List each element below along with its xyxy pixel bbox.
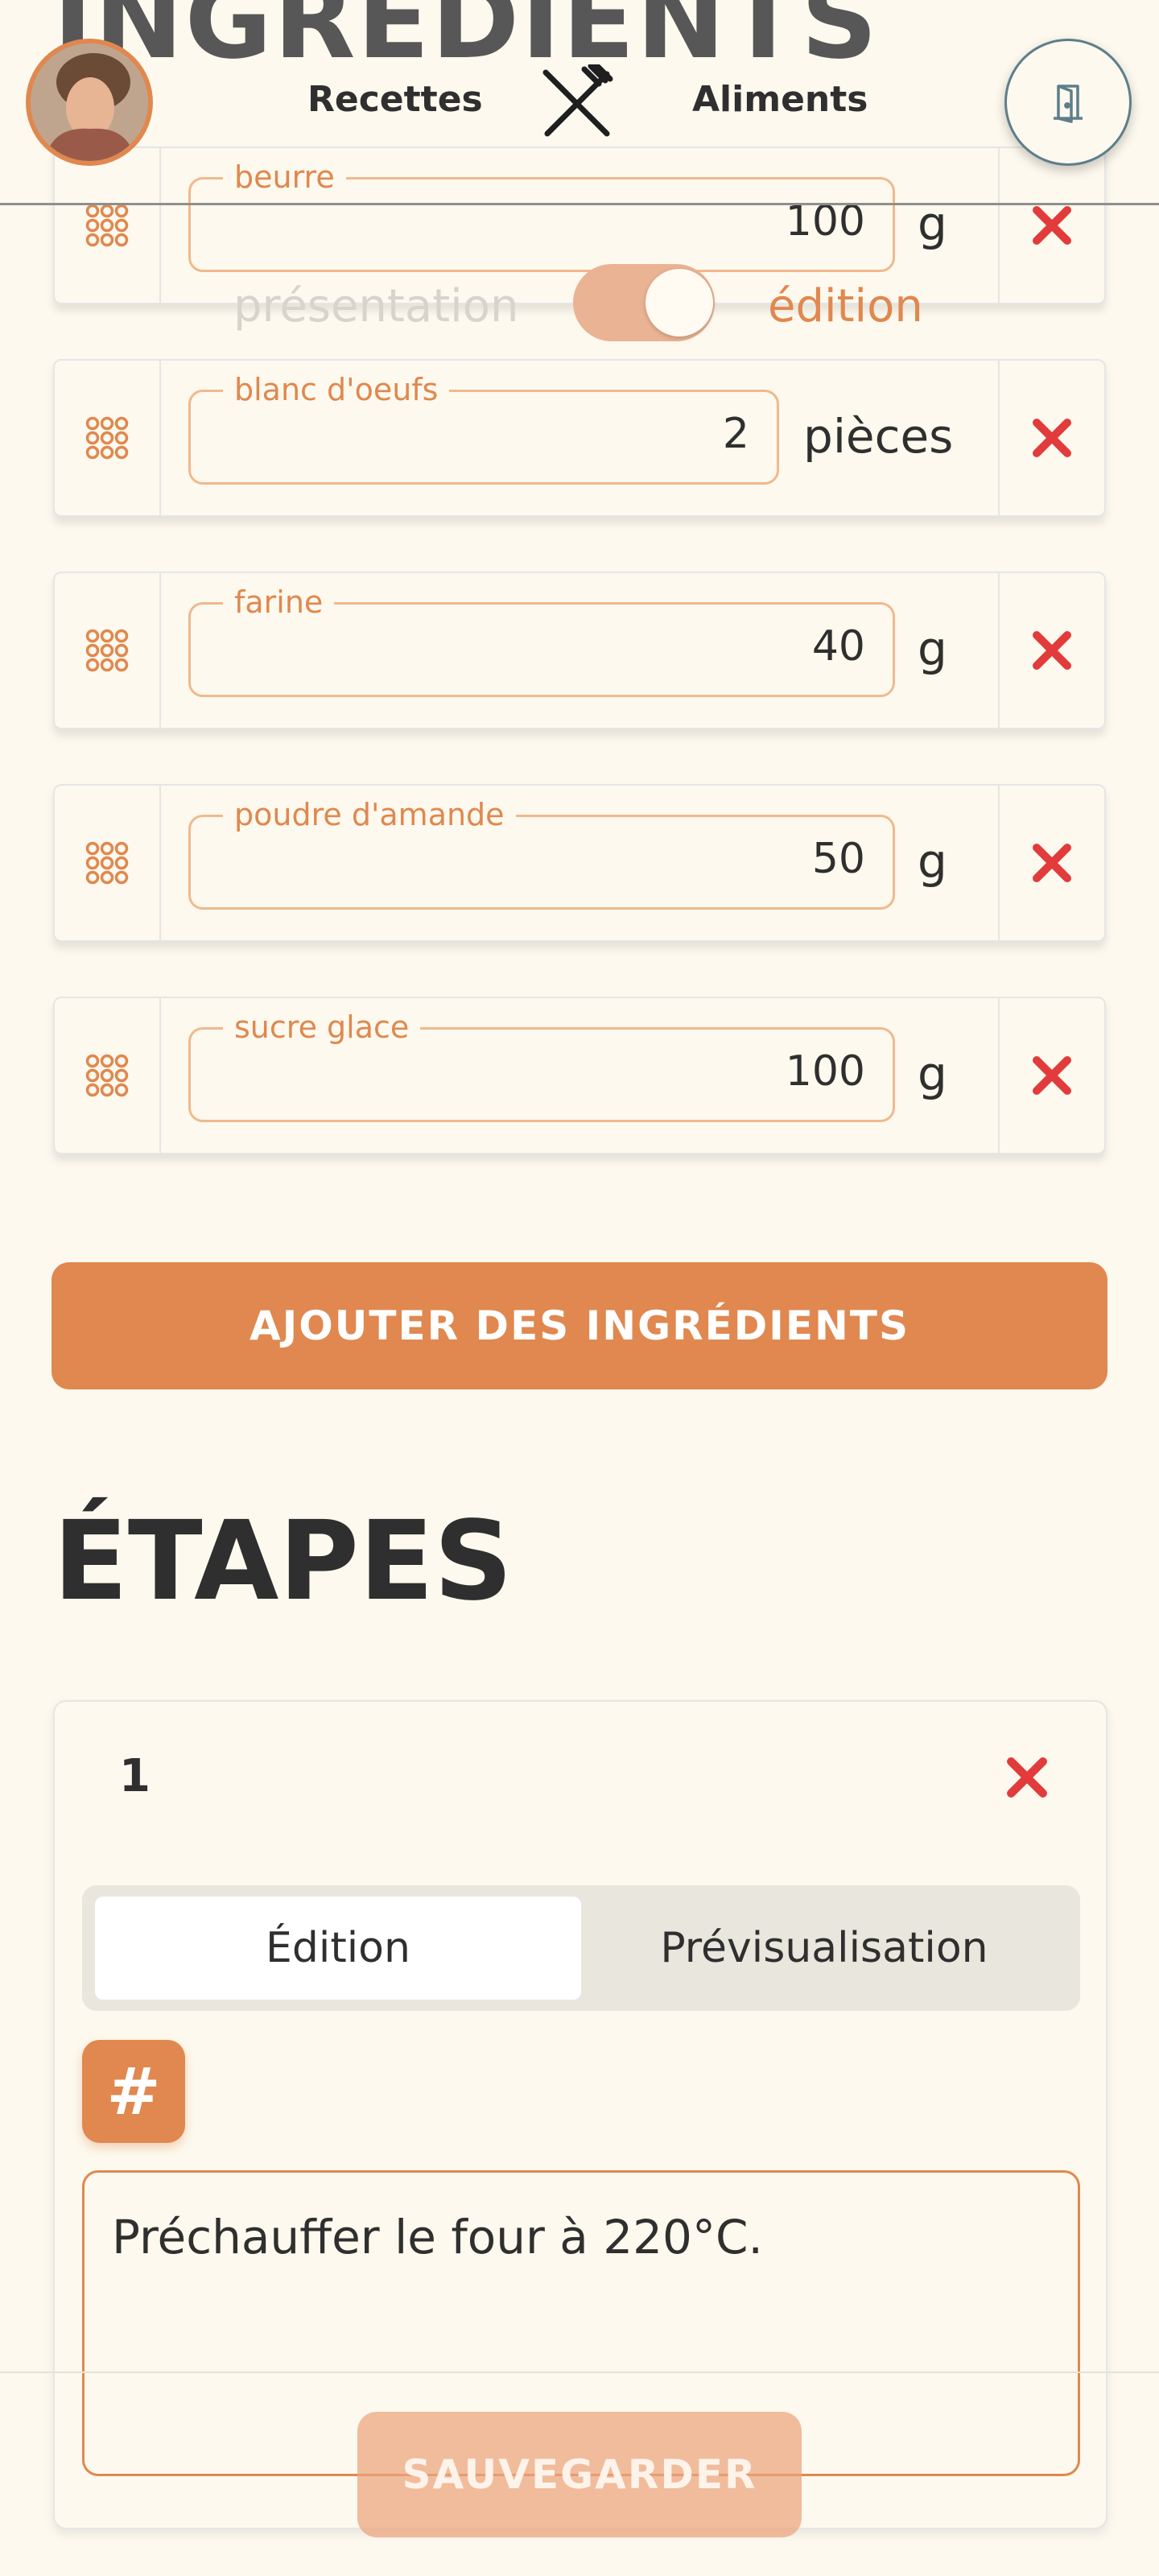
ingredient-name: farine: [223, 582, 335, 622]
delete-icon[interactable]: [998, 786, 1104, 940]
presentation-mode-label[interactable]: présentation: [233, 280, 518, 332]
ingredient-name: blanc d'oeufs: [223, 369, 450, 410]
quantity-value[interactable]: 100: [786, 1047, 865, 1096]
unit-label: g: [918, 834, 947, 889]
avatar[interactable]: [26, 39, 153, 166]
quantity-field[interactable]: poudre d'amande 50: [188, 795, 895, 910]
footer-divider: [0, 2372, 1159, 2373]
quantity-value[interactable]: 2: [723, 410, 749, 458]
unit-label: g: [918, 1046, 947, 1101]
add-ingredients-button[interactable]: AJOUTER DES INGRÉDIENTS: [52, 1262, 1107, 1389]
tab-edition[interactable]: Édition: [95, 1897, 581, 2000]
cutlery-icon: [538, 61, 615, 142]
drag-handle-icon[interactable]: [55, 573, 161, 728]
unit-label: pièces: [803, 409, 954, 464]
quantity-field[interactable]: beurre 100: [188, 157, 895, 272]
edition-mode-label[interactable]: édition: [768, 280, 923, 332]
unit-label: g: [918, 621, 947, 676]
ingredients-section-title: INGRÉDIENTS: [53, 0, 880, 83]
step-editor-tabs: Édition Prévisualisation: [82, 1885, 1080, 2011]
mode-toggle[interactable]: [573, 264, 715, 341]
delete-step-icon[interactable]: [1006, 1757, 1048, 1798]
delete-icon[interactable]: [998, 998, 1104, 1153]
steps-section-title: ÉTAPES: [53, 1498, 513, 1625]
quantity-field[interactable]: blanc d'oeufs 2: [188, 369, 779, 485]
quantity-value[interactable]: 50: [812, 835, 865, 883]
tab-preview[interactable]: Prévisualisation: [581, 1897, 1067, 2000]
ingredient-row: blanc d'oeufs 2 pièces: [53, 359, 1106, 517]
ingredient-name: sucre glace: [223, 1007, 421, 1047]
ingredient-name: beurre: [223, 157, 346, 197]
ingredient-row: poudre d'amande 50 g: [53, 784, 1106, 942]
drag-handle-icon[interactable]: [55, 361, 161, 515]
ingredient-row: farine 40 g: [53, 572, 1106, 729]
quantity-field[interactable]: sucre glace 100: [188, 1007, 895, 1122]
nav-foods-link[interactable]: Aliments: [692, 79, 868, 120]
delete-icon[interactable]: [998, 361, 1104, 515]
quantity-value[interactable]: 40: [812, 622, 865, 671]
delete-icon[interactable]: [998, 573, 1104, 728]
nav-recipes-link[interactable]: Recettes: [307, 79, 483, 120]
quantity-field[interactable]: farine 40: [188, 582, 895, 697]
step-card: 1 Édition Prévisualisation # Préchauffer…: [53, 1700, 1107, 2529]
ingredient-row: sucre glace 100 g: [53, 997, 1106, 1154]
heading-format-button[interactable]: #: [82, 2040, 185, 2143]
step-number: 1: [119, 1750, 151, 1802]
logout-button[interactable]: [1004, 39, 1132, 166]
door-icon: [1054, 85, 1083, 123]
drag-handle-icon[interactable]: [55, 786, 161, 940]
delete-icon[interactable]: [998, 148, 1104, 303]
drag-handle-icon[interactable]: [55, 998, 161, 1153]
toggle-knob: [645, 269, 713, 336]
header-divider: [0, 203, 1159, 205]
ingredient-name: poudre d'amande: [223, 795, 516, 835]
drag-handle-icon[interactable]: [55, 148, 161, 303]
save-button[interactable]: SAUVEGARDER: [357, 2412, 802, 2537]
